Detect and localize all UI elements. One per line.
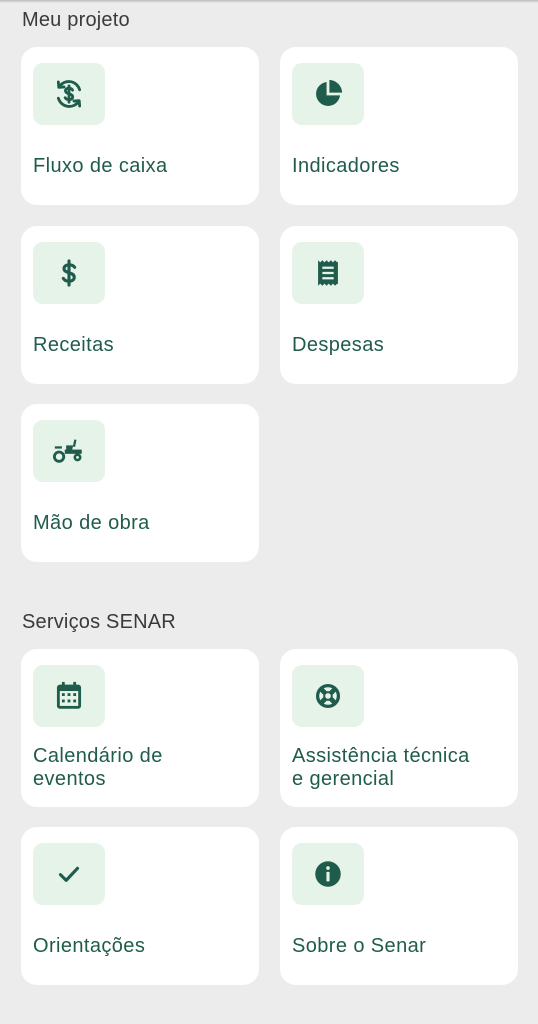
info-icon: [292, 843, 364, 905]
card-label-line1: Assistência técnica: [292, 745, 470, 767]
card-assistencia-tecnica[interactable]: Assistência técnica e gerencial: [280, 649, 518, 807]
top-edge: [0, 0, 538, 3]
cash-flow-icon: [33, 63, 105, 125]
tractor-icon: [33, 420, 105, 482]
card-label-line1: Calendário de: [33, 745, 163, 767]
card-label: Mão de obra: [33, 512, 150, 534]
receipt-icon: [292, 242, 364, 304]
card-label: Receitas: [33, 334, 115, 356]
card-label: Sobre o Senar: [292, 935, 427, 957]
card-despesas[interactable]: Despesas: [280, 226, 518, 384]
check-icon: [33, 843, 105, 905]
card-label: Assistência técnica e gerencial: [292, 745, 508, 791]
card-receitas[interactable]: Receitas: [21, 226, 259, 384]
pie-chart-icon: [292, 63, 364, 125]
card-label: Calendário de eventos: [33, 745, 249, 791]
card-calendario-de-eventos[interactable]: Calendário de eventos: [21, 649, 259, 807]
card-sobre-o-senar[interactable]: Sobre o Senar: [280, 827, 518, 985]
lifebuoy-icon: [292, 665, 364, 727]
card-label-line2: e gerencial: [292, 768, 395, 790]
card-indicadores[interactable]: Indicadores: [280, 47, 518, 205]
dollar-icon: [33, 242, 105, 304]
card-label: Indicadores: [292, 155, 400, 177]
section-title-servicos-senar: Serviços SENAR: [22, 611, 176, 633]
card-label: Orientações: [33, 935, 146, 957]
card-fluxo-de-caixa[interactable]: Fluxo de caixa: [21, 47, 259, 205]
card-mao-de-obra[interactable]: Mão de obra: [21, 404, 259, 562]
card-label: Fluxo de caixa: [33, 155, 168, 177]
card-label-line2: eventos: [33, 768, 106, 790]
card-orientacoes[interactable]: Orientações: [21, 827, 259, 985]
card-label: Despesas: [292, 334, 385, 356]
section-title-meu-projeto: Meu projeto: [22, 9, 130, 31]
calendar-icon: [33, 665, 105, 727]
